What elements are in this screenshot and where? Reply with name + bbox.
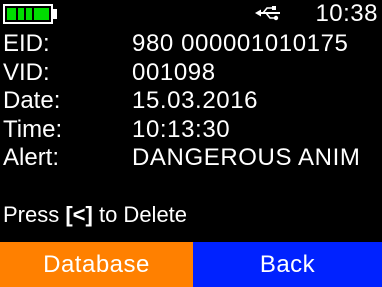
battery-segment-divider (24, 8, 26, 20)
database-button[interactable]: Database (0, 242, 193, 287)
battery-level-fill (7, 8, 49, 20)
time-label: Time: (3, 115, 63, 143)
record-details: EID: 980 000001010175 VID: 001098 Date: … (0, 30, 382, 173)
date-value: 15.03.2016 (132, 87, 259, 114)
time-value: 10:13:30 (132, 115, 231, 143)
battery-full-icon (3, 4, 53, 24)
alert-row: Alert: DANGEROUS ANIM (0, 144, 382, 173)
softkey-bar: Database Back (0, 242, 382, 287)
battery-segment-divider (32, 8, 34, 20)
date-label: Date: (3, 87, 61, 114)
delete-hint: Press [<] to Delete (3, 201, 187, 229)
eid-value: 980 000001010175 (132, 30, 349, 57)
vid-value: 001098 (132, 58, 216, 86)
usb-icon (255, 6, 280, 21)
battery-segment-divider (16, 8, 18, 20)
vid-row: VID: 001098 (0, 59, 382, 88)
alert-label: Alert: (3, 144, 60, 171)
date-row: Date: 15.03.2016 (0, 87, 382, 116)
battery-tip (53, 9, 57, 19)
back-button[interactable]: Back (193, 242, 382, 287)
delete-hint-suffix: to Delete (92, 202, 188, 227)
alert-value: DANGEROUS ANIM (132, 144, 361, 171)
eid-label: EID: (3, 30, 50, 57)
clock: 10:38 (315, 0, 378, 27)
status-bar: 10:38 (0, 0, 382, 30)
delete-hint-prefix: Press (3, 202, 66, 227)
delete-key: [<] (65, 202, 93, 227)
eid-row: EID: 980 000001010175 (0, 30, 382, 59)
vid-label: VID: (3, 58, 50, 86)
screen: 10:38 EID: 980 000001010175 VID: 001098 … (0, 0, 382, 287)
time-row: Time: 10:13:30 (0, 116, 382, 145)
